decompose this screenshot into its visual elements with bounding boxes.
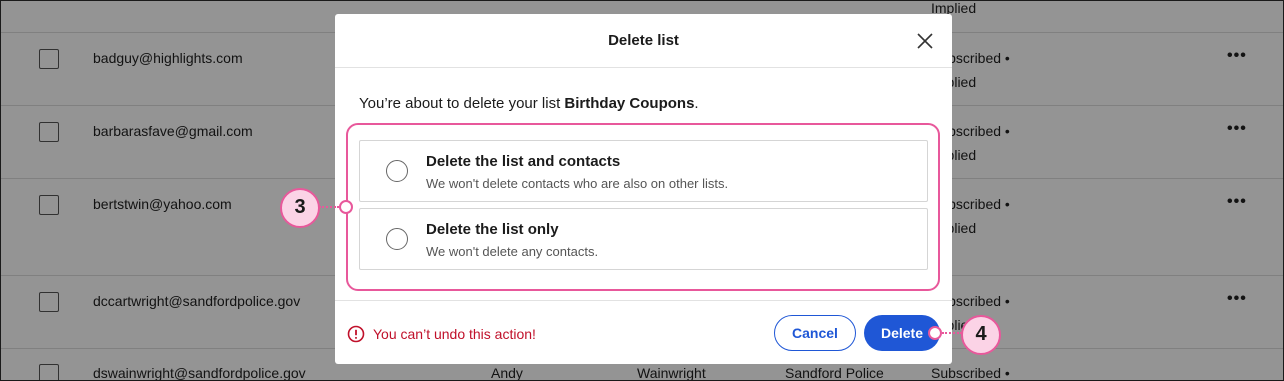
screenshot-frame: Implied badguy@highlights.com Subscribed…	[0, 0, 1284, 381]
callout-connector	[942, 332, 962, 334]
options-highlight	[346, 123, 940, 291]
dialog-footer: You can’t undo this action! Cancel Delet…	[335, 300, 952, 364]
alert-circle-icon	[347, 325, 365, 343]
callout-badge-3: 3	[280, 188, 320, 228]
close-icon[interactable]	[915, 31, 935, 51]
callout-badge-4: 4	[961, 315, 1001, 355]
callout-connector	[319, 206, 339, 208]
cancel-button[interactable]: Cancel	[774, 315, 856, 351]
undo-warning: You can’t undo this action!	[373, 326, 536, 342]
message-suffix: .	[694, 95, 699, 112]
list-name: Birthday Coupons	[564, 95, 695, 112]
dialog-message: You’re about to delete your list Birthda…	[359, 95, 699, 112]
callout-anchor-dot	[339, 200, 353, 214]
message-prefix: You’re about to delete your list	[359, 95, 565, 112]
callout-anchor-dot	[928, 326, 942, 340]
dialog-header: Delete list	[335, 14, 952, 68]
dialog-title: Delete list	[608, 32, 679, 49]
